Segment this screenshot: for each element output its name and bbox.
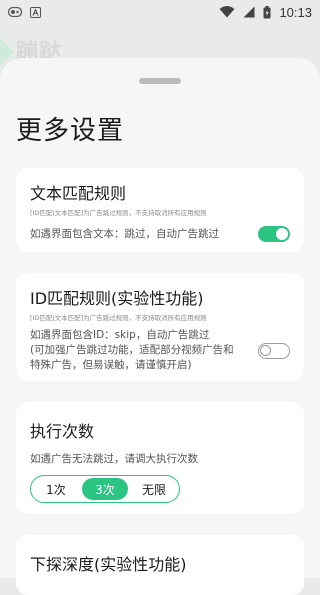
id-rules-subtitle: [ID匹配|文本匹配]为广告跳过规则，不支持取消所有应用规则 — [30, 314, 207, 322]
drag-handle[interactable] — [139, 78, 181, 84]
status-bar-left — [8, 6, 41, 18]
page-title: 更多设置 — [16, 116, 125, 146]
id-rules-title: ID匹配规则(实验性功能) — [30, 289, 204, 308]
toggle-knob — [276, 228, 288, 240]
exec-count-option-1[interactable]: 1次 — [33, 478, 79, 500]
exec-count-option-3[interactable]: 3次 — [82, 478, 128, 500]
settings-sheet: 更多设置 文本匹配规则 [ID匹配|文本匹配]为广告跳过规则，不支持取消所有应用… — [0, 58, 320, 595]
exec-count-card: 执行次数 如遇广告无法跳过，请调大执行次数 1次 3次 无限 — [16, 402, 304, 514]
id-rules-description-line: (可加强广告跳过功能，适配部分视频广告和 — [30, 344, 234, 356]
id-rules-card: ID匹配规则(实验性功能) [ID匹配|文本匹配]为广告跳过规则，不支持取消所有… — [16, 273, 304, 381]
exec-count-description: 如遇广告无法跳过，请调大执行次数 — [30, 453, 198, 465]
exec-count-option-unlimited[interactable]: 无限 — [131, 478, 177, 500]
status-bar: 10:13 — [0, 0, 320, 24]
app-icon — [8, 7, 22, 17]
text-rules-toggle[interactable] — [258, 226, 290, 242]
id-rules-description-line: 特殊广告，但易误触，请谨慎开启) — [30, 359, 192, 371]
text-rules-subtitle: [ID匹配|文本匹配]为广告跳过规则，不支持取消所有应用规则 — [30, 209, 207, 217]
id-rules-description-line: 如遇界面包含ID：skip，自动广告跳过 — [30, 329, 210, 341]
signal-icon — [243, 6, 255, 18]
toggle-knob — [260, 344, 271, 356]
status-time: 10:13 — [279, 4, 312, 20]
exec-count-segmented-control: 1次 3次 无限 — [30, 475, 180, 503]
id-rules-description: 如遇界面包含ID：skip，自动广告跳过 (可加强广告跳过功能，适配部分视频广告… — [30, 328, 234, 373]
exec-count-title: 执行次数 — [30, 422, 95, 441]
probe-depth-card: 下探深度(实验性功能) — [16, 535, 304, 595]
id-rules-toggle[interactable] — [258, 342, 290, 359]
probe-depth-title: 下探深度(实验性功能) — [30, 555, 187, 574]
wifi-icon — [219, 6, 235, 18]
text-rules-title: 文本匹配规则 — [30, 184, 127, 203]
battery-icon — [263, 5, 271, 19]
a-icon — [30, 6, 41, 18]
text-rules-card: 文本匹配规则 [ID匹配|文本匹配]为广告跳过规则，不支持取消所有应用规则 如遇… — [16, 168, 304, 252]
id-rules-row: 如遇界面包含ID：skip，自动广告跳过 (可加强广告跳过功能，适配部分视频广告… — [30, 328, 290, 373]
text-rules-description: 如遇界面包含文本：跳过，自动广告跳过 — [30, 227, 219, 240]
text-rules-row: 如遇界面包含文本：跳过，自动广告跳过 — [30, 226, 290, 242]
status-bar-right: 10:13 — [219, 5, 312, 20]
